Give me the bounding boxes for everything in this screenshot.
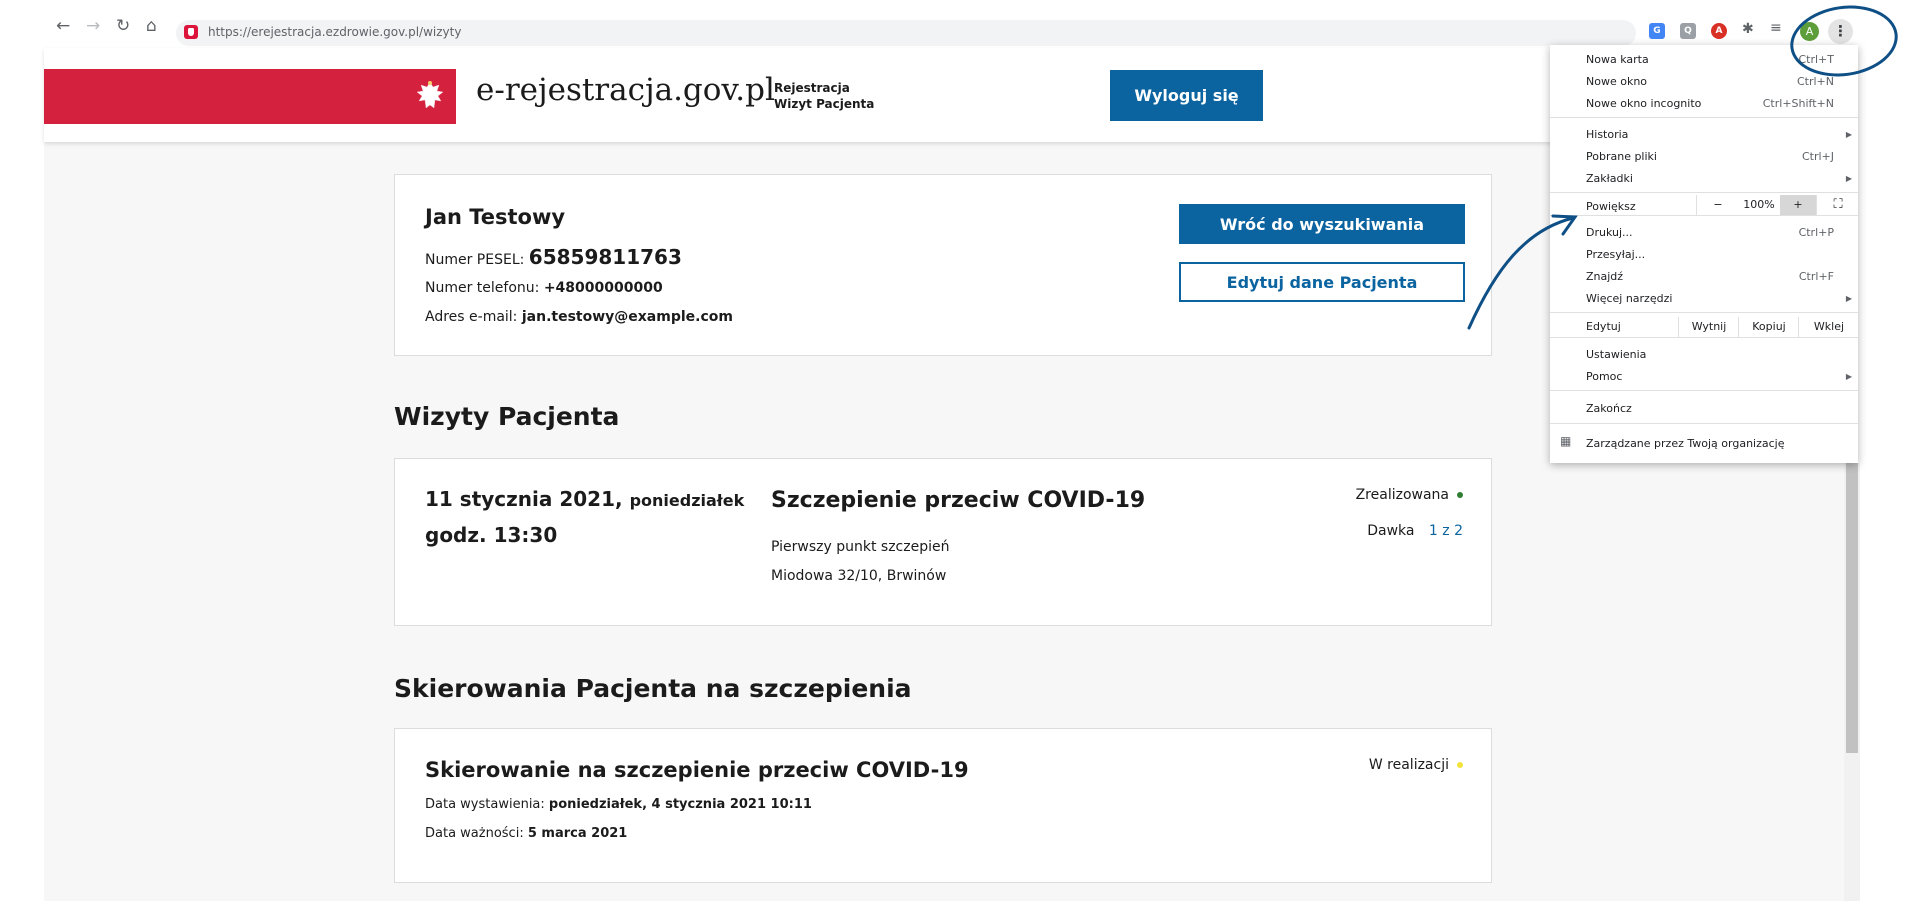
submenu-arrow-icon: ▶ [1845,174,1852,183]
zoom-in-button[interactable]: + [1780,195,1816,215]
menu-settings[interactable]: Ustawienia [1586,348,1646,361]
pesel-value: 65859811763 [528,245,682,269]
visit-status-text: Zrealizowana [1355,487,1449,503]
referral-valid-row: Data ważności: 5 marca 2021 [425,826,627,841]
address-bar[interactable]: https://erejestracja.ezdrowie.gov.pl/wiz… [176,20,1636,46]
menu-paste[interactable]: Wklej [1798,317,1859,337]
visits-heading: Wizyty Pacjenta [394,402,620,431]
referral-card: Skierowanie na szczepienie przeciw COVID… [394,728,1492,883]
logout-button[interactable]: Wyloguj się [1110,70,1263,121]
menu-separator [1550,390,1858,391]
valid-value: 5 marca 2021 [527,826,628,841]
menu-separator [1550,117,1858,118]
menu-separator [1550,312,1858,313]
scrollbar-thumb[interactable] [1846,463,1858,753]
visit-title: Szczepienie przeciw COVID-19 [771,488,1146,513]
shortcut-downloads: Ctrl+J [1801,150,1834,163]
subtitle-line-1: Rejestracja [774,81,850,95]
menu-incognito[interactable]: Nowe okno incognito [1586,97,1701,110]
back-arrow-icon[interactable]: ← [56,18,70,35]
referral-issued-row: Data wystawienia: poniedziałek, 4 styczn… [425,797,812,812]
dose-label: Dawka [1367,523,1415,539]
site-subtitle: Rejestracja Wizyt Pacjenta [774,80,874,112]
submenu-arrow-icon: ▶ [1845,294,1852,303]
referral-status: W realizacji [1369,757,1463,773]
shortcut-incognito: Ctrl+Shift+N [1762,97,1834,110]
submenu-arrow-icon: ▶ [1845,372,1852,381]
menu-downloads[interactable]: Pobrane pliki [1586,150,1657,163]
menu-separator [1550,337,1858,338]
referrals-heading: Skierowania Pacjenta na szczepienia [394,674,912,703]
eagle-emblem-icon [416,81,444,109]
menu-copy[interactable]: Kopiuj [1738,317,1799,337]
issued-label: Data wystawienia: [425,797,545,812]
visit-time: godz. 13:30 [425,523,558,547]
browser-menu: Nowa karta Ctrl+T Nowe okno Ctrl+N Nowe … [1550,45,1858,463]
fullscreen-icon[interactable]: ⛶ [1816,195,1859,215]
issued-value: poniedziałek, 4 stycznia 2021 10:11 [548,797,812,812]
patient-name: Jan Testowy [425,205,566,229]
patient-card: Jan Testowy Numer PESEL: 65859811763 Num… [394,174,1492,356]
visit-date: 11 stycznia 2021, poniedziałek [425,487,744,511]
subtitle-line-2: Wizyt Pacjenta [774,97,875,111]
home-icon[interactable]: ⌂ [146,18,157,35]
shortcut-find: Ctrl+F [1798,270,1834,283]
menu-exit[interactable]: Zakończ [1586,402,1632,415]
shortcut-print: Ctrl+P [1798,226,1834,239]
visit-card: 11 stycznia 2021, poniedziałek godz. 13:… [394,458,1492,626]
dose-value: 1 z 2 [1428,523,1463,539]
pesel-row: Numer PESEL: 65859811763 [425,245,682,269]
email-value: jan.testowy@example.com [521,309,733,325]
site-favicon-icon [184,25,198,39]
visit-weekday: poniedziałek [629,491,745,510]
search-extension-icon[interactable]: Q [1680,23,1696,39]
phone-label: Numer telefonu: [425,280,540,296]
status-dot-yellow [1457,762,1463,768]
adblock-extension-icon[interactable]: A [1711,23,1727,39]
menu-separator [1550,192,1858,193]
pesel-label: Numer PESEL: [425,252,525,268]
red-banner [44,69,456,124]
email-row: Adres e-mail: jan.testowy@example.com [425,309,733,325]
shortcut-new-window: Ctrl+N [1796,75,1834,88]
forward-arrow-icon[interactable]: → [86,18,100,35]
menu-new-window[interactable]: Nowe okno [1586,75,1647,88]
back-to-search-button[interactable]: Wróć do wyszukiwania [1179,204,1465,244]
building-icon: ▦ [1560,434,1572,448]
zoom-out-button[interactable]: − [1696,195,1739,215]
menu-separator [1550,215,1858,216]
zoom-level: 100% [1743,198,1775,211]
menu-history[interactable]: Historia [1586,128,1628,141]
site-title[interactable]: e-rejestracja.gov.pl [476,72,775,108]
edit-patient-button[interactable]: Edytuj dane Pacjenta [1179,262,1465,302]
phone-value: +48000000000 [543,280,663,296]
menu-more-tools[interactable]: Więcej narzędzi [1586,292,1672,305]
dose-info: Dawka 1 z 2 [1367,523,1463,539]
phone-row: Numer telefonu: +48000000000 [425,280,663,296]
visit-place: Pierwszy punkt szczepień [771,539,950,555]
puzzle-extensions-icon[interactable]: ✱ [1742,22,1754,36]
translate-extension-icon[interactable]: G [1649,23,1665,39]
submenu-arrow-icon: ▶ [1845,130,1852,139]
menu-help[interactable]: Pomoc [1586,370,1622,383]
menu-cut[interactable]: Wytnij [1678,317,1739,337]
visit-date-text: 11 stycznia 2021, [425,487,623,511]
menu-new-tab[interactable]: Nowa karta [1586,53,1649,66]
browser-toolbar: ← → ↻ ⌂ https://erejestracja.ezdrowie.go… [0,0,1907,48]
url-text: https://erejestracja.ezdrowie.gov.pl/wiz… [208,25,462,39]
email-label: Adres e-mail: [425,309,518,325]
visit-status: Zrealizowana [1356,487,1463,503]
status-dot-green [1457,492,1463,498]
valid-label: Data ważności: [425,826,524,841]
arrow-annotation-icon [1467,214,1578,330]
referral-status-text: W realizacji [1368,757,1449,773]
menu-bookmarks[interactable]: Zakładki [1586,172,1633,185]
referral-title: Skierowanie na szczepienie przeciw COVID… [425,758,969,782]
menu-separator [1550,423,1858,424]
media-list-icon[interactable]: ≡ [1770,21,1782,35]
menu-managed-by-org[interactable]: Zarządzane przez Twoją organizację [1586,437,1784,450]
reload-icon[interactable]: ↻ [116,18,130,35]
visit-address: Miodowa 32/10, Brwinów [771,568,947,584]
